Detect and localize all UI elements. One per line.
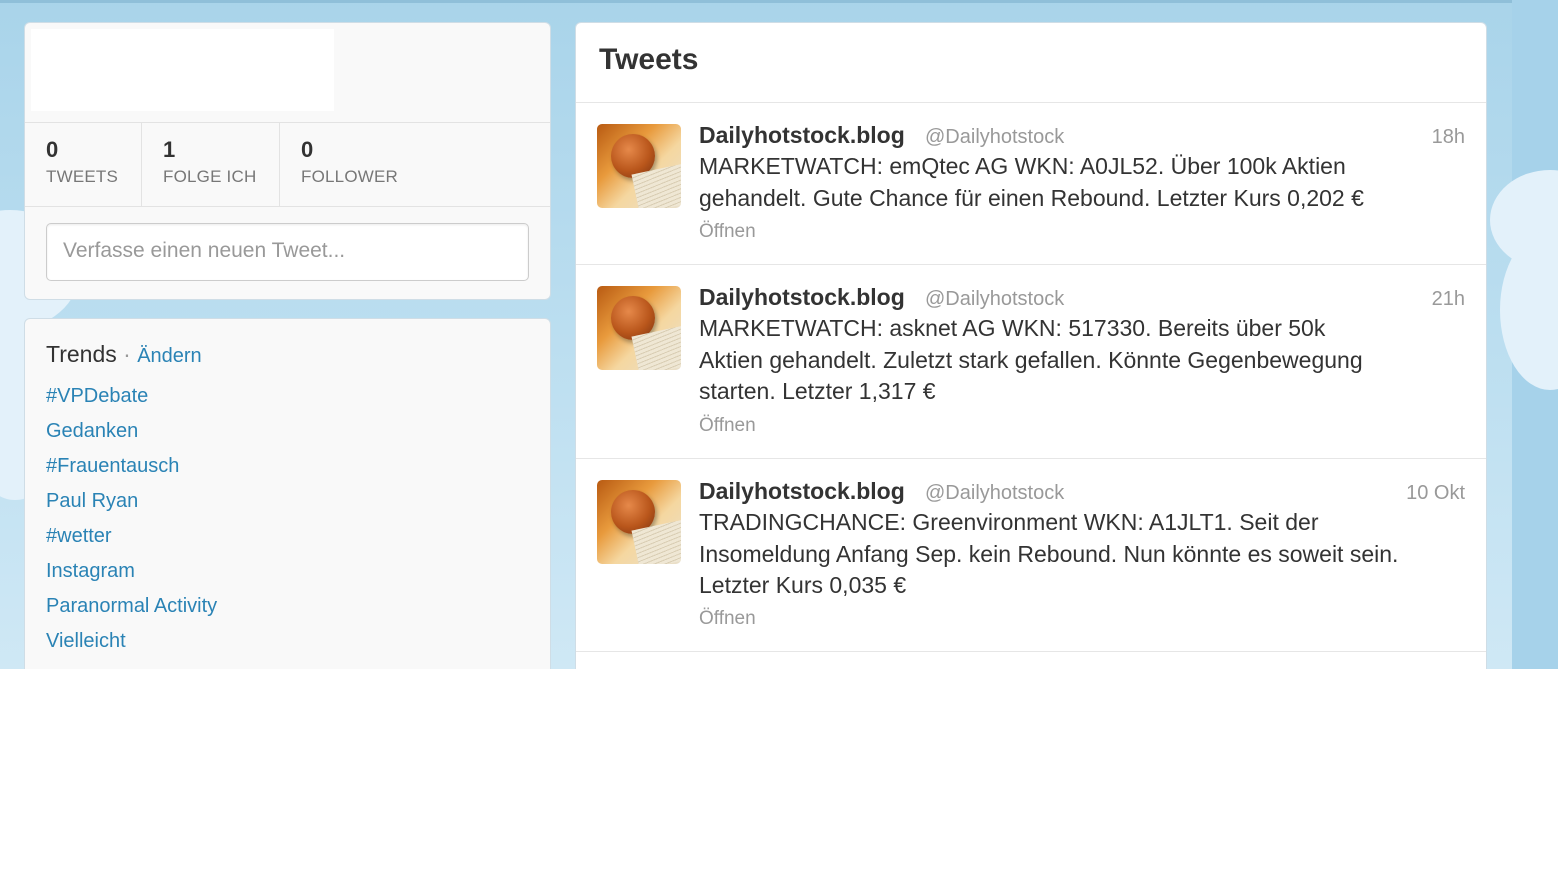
tweet-text-line: Letzter Kurs 0,035 € bbox=[699, 572, 907, 598]
tweet-author-name[interactable]: Dailyhotstock.blog bbox=[699, 478, 905, 505]
tweet-text: MARKETWATCH: emQtec AG WKN: A0JL52. Über… bbox=[699, 151, 1459, 214]
stat-followers-count: 0 bbox=[301, 137, 314, 162]
trend-item[interactable]: Gedanken bbox=[46, 420, 138, 443]
trends-separator: · bbox=[123, 341, 131, 367]
trend-item[interactable]: #VPDebate bbox=[46, 385, 148, 408]
tweet-text-line: MARKETWATCH: emQtec AG WKN: A0JL52. Über… bbox=[699, 153, 1346, 179]
tweet-text-line: starten. Letzter 1,317 € bbox=[699, 378, 936, 404]
tweet-timestamp[interactable]: 21h bbox=[1432, 288, 1465, 311]
tweet-text-line: Aktien gehandelt. Zuletzt stark gefallen… bbox=[699, 346, 1363, 373]
tweet-author-name[interactable]: Dailyhotstock.blog bbox=[699, 122, 905, 149]
tweet-author-name[interactable]: Dailyhotstock.blog bbox=[699, 284, 905, 311]
trends-change-link[interactable]: Ändern bbox=[137, 345, 202, 367]
stat-tweets-count: 0 bbox=[46, 137, 59, 162]
stat-following-label: FOLGE ICH bbox=[163, 167, 257, 186]
tweet-author-handle[interactable]: @Dailyhotstock bbox=[925, 288, 1064, 311]
tweet-open-link[interactable]: Öffnen bbox=[699, 415, 756, 437]
trend-item[interactable]: Instagram bbox=[46, 560, 135, 583]
trends-title: Trends bbox=[46, 341, 117, 367]
tweets-timeline: Tweets Dailyhotstock.blog @Dailyhotstock… bbox=[575, 22, 1487, 702]
profile-card: 0 TWEETS 1 FOLGE ICH 0 FOLLOWER Verfasse… bbox=[24, 22, 551, 300]
tweet-author-handle[interactable]: @Dailyhotstock bbox=[925, 482, 1064, 505]
trend-item[interactable]: #wetter bbox=[46, 525, 112, 548]
trend-item[interactable]: Paranormal Activity bbox=[46, 595, 217, 618]
trends-header: Trends · Ändern bbox=[46, 341, 202, 368]
tweet-open-link[interactable]: Öffnen bbox=[699, 221, 756, 243]
tweet-text-line: gehandelt. Gute Chance für einen Rebound… bbox=[699, 184, 1364, 211]
top-edge bbox=[0, 0, 1558, 3]
trend-item[interactable]: #Frauentausch bbox=[46, 455, 179, 478]
timeline-title: Tweets bbox=[599, 43, 699, 76]
trend-item[interactable]: Paul Ryan bbox=[46, 490, 138, 513]
tweet-author-handle[interactable]: @Dailyhotstock bbox=[925, 126, 1064, 149]
avatar[interactable] bbox=[597, 286, 681, 370]
stat-tweets-label: TWEETS bbox=[46, 167, 119, 186]
stat-followers[interactable]: 0 FOLLOWER bbox=[280, 123, 430, 206]
tweet-item[interactable]: Dailyhotstock.blog @Dailyhotstock 21h MA… bbox=[576, 265, 1486, 458]
stat-following-count: 1 bbox=[163, 137, 176, 162]
divider bbox=[576, 651, 1486, 652]
tweet-timestamp[interactable]: 10 Okt bbox=[1406, 482, 1465, 505]
tweet-timestamp[interactable]: 18h bbox=[1432, 126, 1465, 149]
tweet-open-link[interactable]: Öffnen bbox=[699, 608, 756, 630]
tweet-text-line: MARKETWATCH: asknet AG WKN: 517330. Bere… bbox=[699, 315, 1326, 341]
stat-following[interactable]: 1 FOLGE ICH bbox=[142, 123, 280, 206]
profile-stats: 0 TWEETS 1 FOLGE ICH 0 FOLLOWER bbox=[25, 122, 550, 207]
tweet-text: TRADINGCHANCE: Greenvironment WKN: A1JLT… bbox=[699, 507, 1459, 602]
trends-card: Trends · Ändern #VPDebate Gedanken #Frau… bbox=[24, 318, 551, 698]
tweet-item[interactable]: Dailyhotstock.blog @Dailyhotstock 18h MA… bbox=[576, 103, 1486, 264]
avatar[interactable] bbox=[597, 480, 681, 564]
stat-followers-label: FOLLOWER bbox=[301, 167, 399, 186]
compose-tweet-input[interactable]: Verfasse einen neuen Tweet... bbox=[46, 223, 529, 281]
tweet-text-line: Insomeldung Anfang Sep. kein Rebound. Nu… bbox=[699, 540, 1399, 567]
stat-tweets[interactable]: 0 TWEETS bbox=[25, 123, 142, 206]
blank-area bbox=[0, 669, 1558, 885]
avatar[interactable] bbox=[597, 124, 681, 208]
trend-item[interactable]: Vielleicht bbox=[46, 630, 126, 653]
tweet-text: MARKETWATCH: asknet AG WKN: 517330. Bere… bbox=[699, 313, 1459, 408]
tweet-item[interactable]: Dailyhotstock.blog @Dailyhotstock 10 Okt… bbox=[576, 459, 1486, 651]
tweet-text-line: TRADINGCHANCE: Greenvironment WKN: A1JLT… bbox=[699, 509, 1319, 535]
profile-banner bbox=[31, 29, 334, 111]
